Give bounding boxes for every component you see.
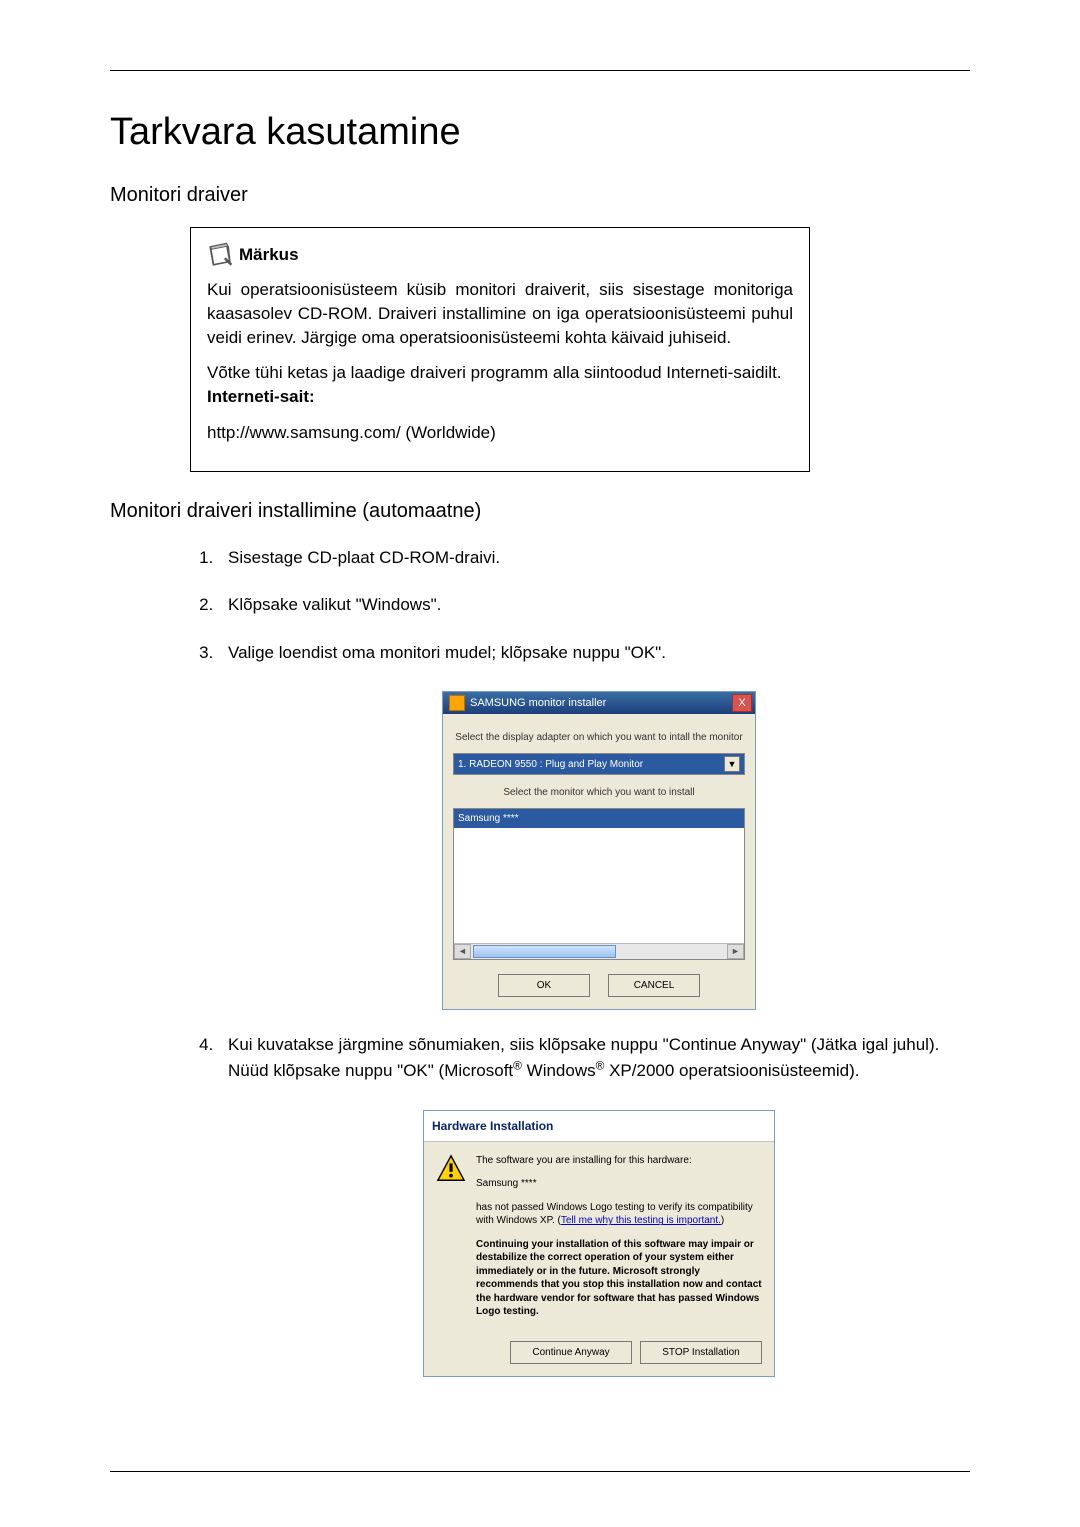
hardware-installation-dialog: Hardware Installation The software you a… xyxy=(423,1110,775,1377)
horizontal-scrollbar[interactable]: ◄ ► xyxy=(454,943,744,959)
warning-figure: Hardware Installation The software you a… xyxy=(228,1110,970,1377)
warn-bold-text: Continuing your installation of this sof… xyxy=(476,1238,762,1319)
continue-anyway-button[interactable]: Continue Anyway xyxy=(510,1341,632,1364)
note-paragraph-2: Võtke tühi ketas ja laadige draiveri pro… xyxy=(207,361,793,409)
warning-text: The software you are installing for this… xyxy=(476,1154,762,1329)
warn-logo-test: has not passed Windows Logo testing to v… xyxy=(476,1201,762,1228)
cancel-button[interactable]: CANCEL xyxy=(608,974,700,997)
section-auto-install: Monitori draiveri installimine (automaat… xyxy=(110,500,970,523)
warning-button-row: Continue Anyway STOP Installation xyxy=(424,1333,774,1376)
monitor-list-item[interactable]: Samsung **** xyxy=(454,809,744,828)
chevron-down-icon[interactable]: ▼ xyxy=(724,756,740,772)
page-title: Tarkvara kasutamine xyxy=(110,111,970,154)
samsung-installer-dialog: SAMSUNG monitor installer X Select the d… xyxy=(442,691,756,1010)
step-4-part-b: Windows xyxy=(522,1061,596,1080)
install-steps: Sisestage CD-plaat CD-ROM-draivi. Klõpsa… xyxy=(190,545,970,1377)
logo-testing-link[interactable]: Tell me why this testing is important. xyxy=(561,1215,721,1226)
warn-line-1: The software you are installing for this… xyxy=(476,1154,762,1168)
monitor-list[interactable]: Samsung **** ◄ ► xyxy=(453,808,745,960)
scroll-left-arrow[interactable]: ◄ xyxy=(454,944,471,959)
adapter-instruction: Select the display adapter on which you … xyxy=(453,730,745,745)
warn-logo-text-b: ) xyxy=(721,1215,724,1226)
warning-icon xyxy=(436,1154,466,1184)
step-2: Klõpsake valikut "Windows". xyxy=(218,592,970,618)
dialog-titlebar: SAMSUNG monitor installer X xyxy=(443,692,755,714)
note-internet-site-label: Interneti-sait: xyxy=(207,387,315,406)
monitor-instruction: Select the monitor which you want to ins… xyxy=(453,785,745,800)
section-monitor-driver: Monitori draiver xyxy=(110,184,970,207)
top-rule xyxy=(110,70,970,71)
dialog-title: SAMSUNG monitor installer xyxy=(449,695,606,712)
note-heading: Märkus xyxy=(207,242,793,268)
adapter-select-value: 1. RADEON 9550 : Plug and Play Monitor xyxy=(458,757,643,772)
dialog-button-row: OK CANCEL xyxy=(453,960,745,997)
dialog-title-text: SAMSUNG monitor installer xyxy=(470,695,606,712)
dialog-body: Select the display adapter on which you … xyxy=(443,714,755,1009)
close-button[interactable]: X xyxy=(732,694,752,712)
warning-header: Hardware Installation xyxy=(424,1111,774,1142)
adapter-select[interactable]: 1. RADEON 9550 : Plug and Play Monitor ▼ xyxy=(453,753,745,775)
scroll-track[interactable] xyxy=(471,944,727,959)
step-3-text: Valige loendist oma monitori mudel; klõp… xyxy=(228,643,666,662)
step-1: Sisestage CD-plaat CD-ROM-draivi. xyxy=(218,545,970,571)
step-3: Valige loendist oma monitori mudel; klõp… xyxy=(218,640,970,1011)
bottom-rule xyxy=(110,1471,970,1472)
installer-figure: SAMSUNG monitor installer X Select the d… xyxy=(228,691,970,1010)
scroll-thumb[interactable] xyxy=(473,945,616,958)
step-4: Kui kuvatakse järgmine sõnumiaken, siis … xyxy=(218,1032,970,1377)
stop-installation-button[interactable]: STOP Installation xyxy=(640,1341,762,1364)
ok-button[interactable]: OK xyxy=(498,974,590,997)
scroll-right-arrow[interactable]: ► xyxy=(727,944,744,959)
warn-device: Samsung **** xyxy=(476,1177,762,1191)
note-url: http://www.samsung.com/ (Worldwide) xyxy=(207,421,793,445)
warning-content: The software you are installing for this… xyxy=(424,1142,774,1333)
note-p2-text: Võtke tühi ketas ja laadige draiveri pro… xyxy=(207,363,782,382)
step-4-part-c: XP/2000 operatsioonisüsteemid). xyxy=(604,1061,859,1080)
document-page: Tarkvara kasutamine Monitori draiver Mär… xyxy=(0,0,1080,1527)
dialog-title-icon xyxy=(449,695,465,711)
registered-mark-1: ® xyxy=(513,1059,522,1073)
note-label: Märkus xyxy=(239,243,299,267)
note-icon xyxy=(207,242,233,268)
step-4-text: Kui kuvatakse järgmine sõnumiaken, siis … xyxy=(228,1035,939,1080)
note-paragraph-1: Kui operatsioonisüsteem küsib monitori d… xyxy=(207,278,793,349)
note-box: Märkus Kui operatsioonisüsteem küsib mon… xyxy=(190,227,810,472)
